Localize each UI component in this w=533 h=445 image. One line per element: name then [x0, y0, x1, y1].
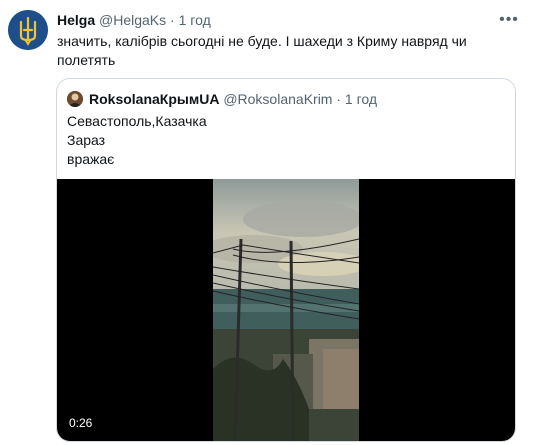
author-avatar[interactable]	[8, 10, 48, 50]
video-player[interactable]: 0:26	[57, 179, 515, 441]
separator-dot: ·	[336, 91, 342, 107]
more-options-icon[interactable]: •••	[499, 12, 519, 28]
author-handle[interactable]: @HelgaKs	[99, 12, 166, 28]
quoted-tweet[interactable]: RoksolanaКрымUA @RoksolanaKrim · 1 год С…	[56, 78, 516, 442]
quoted-author-name[interactable]: RoksolanaКрымUA	[89, 91, 219, 107]
video-duration-badge: 0:26	[65, 415, 97, 431]
trident-icon	[8, 10, 48, 50]
quoted-text-line: Зараз	[67, 132, 106, 148]
quoted-text-line: Севастополь,Казачка	[67, 113, 207, 129]
tweet[interactable]: Helga @HelgaKs · 1 год ••• значить, калі…	[0, 0, 533, 445]
separator-dot: ·	[170, 12, 175, 28]
quoted-text-line: вражає	[67, 151, 115, 167]
quoted-author-handle[interactable]: @RoksolanaKrim	[223, 91, 332, 107]
quoted-tweet-header: RoksolanaКрымUA @RoksolanaKrim · 1 год	[89, 89, 377, 109]
tweet-text: значить, калібрів сьогодні не буде. І ша…	[57, 33, 467, 68]
tweet-header: Helga @HelgaKs · 1 год	[57, 10, 211, 30]
quoted-tweet-text: Севастополь,Казачка Зараз вражає	[67, 112, 497, 169]
quoted-timestamp[interactable]: 1 год	[345, 91, 377, 107]
tweet-timestamp[interactable]: 1 год	[179, 12, 211, 28]
video-thumbnail-image	[213, 179, 359, 441]
author-name[interactable]: Helga	[57, 12, 95, 28]
avatar-photo-icon	[67, 91, 83, 107]
quoted-author-avatar[interactable]	[67, 91, 83, 107]
video-frame	[213, 179, 359, 441]
